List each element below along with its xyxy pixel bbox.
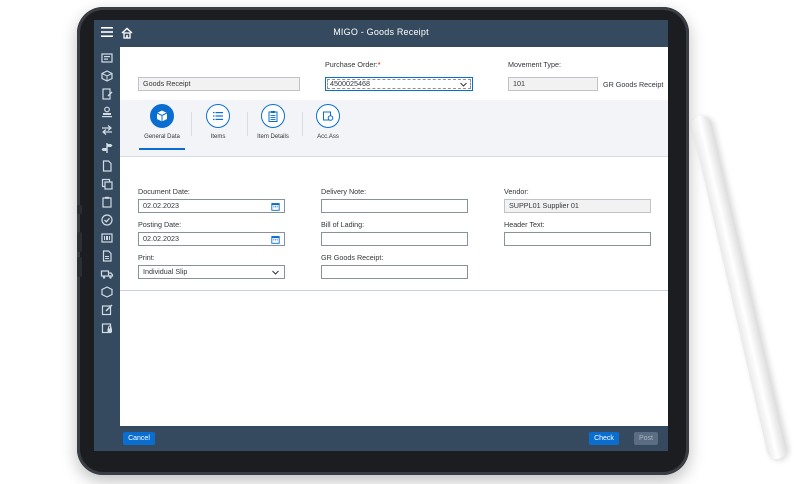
post-button[interactable]: Post <box>634 432 658 445</box>
tab-label: Acc.Ass <box>317 134 339 140</box>
delivery-note-input[interactable] <box>321 199 468 213</box>
shell-header: MIGO - Goods Receipt <box>94 20 668 47</box>
tab-general-data[interactable]: General Data <box>137 104 187 150</box>
page-title: MIGO - Goods Receipt <box>333 27 429 37</box>
purchase-order-value: 4500025468 <box>330 79 370 88</box>
sidebar-item-clipboard-icon[interactable] <box>100 195 114 209</box>
sidebar-item-copy-icon[interactable] <box>100 177 114 191</box>
sidebar-item-check-icon[interactable] <box>100 213 114 227</box>
tab-label: Item Details <box>257 134 289 140</box>
movement-type-value: 101 <box>513 79 525 88</box>
tab-item-details[interactable]: Item Details <box>248 104 298 150</box>
document-date-value: 02.02.2023 <box>143 201 179 210</box>
tab-active-indicator <box>139 148 185 150</box>
action-value: Goods Receipt <box>143 79 191 88</box>
sidebar-item-package-icon[interactable] <box>100 285 114 299</box>
purchase-order-label-text: Purchase Order: <box>325 60 378 69</box>
sidebar-item-document-edit-icon[interactable] <box>100 87 114 101</box>
purchase-order-label: Purchase Order:* <box>325 60 381 69</box>
bill-of-lading-label: Bill of Lading: <box>321 220 365 229</box>
sidebar-item-signpost-icon[interactable] <box>100 141 114 155</box>
tab-separator <box>191 112 192 136</box>
sidebar-item-lock-document-icon[interactable] <box>100 321 114 335</box>
main-content: Goods Receipt Purchase Order:* 450002546… <box>120 47 668 426</box>
movement-type-description: GR Goods Receipt <box>603 80 664 89</box>
sidebar-item-edit-icon[interactable] <box>100 303 114 317</box>
movement-type-label: Movement Type: <box>508 60 561 69</box>
print-select[interactable]: Individual Slip <box>138 265 285 279</box>
tablet-side-button <box>77 205 82 214</box>
gr-goods-receipt-label: GR Goods Receipt: <box>321 253 384 262</box>
sidebar-item-display-icon[interactable] <box>100 51 114 65</box>
vendor-field[interactable]: SUPPL01 Supplier 01 <box>504 199 651 213</box>
vendor-value: SUPPL01 Supplier 01 <box>509 201 579 210</box>
clipboard-icon <box>261 104 285 128</box>
sidebar-item-truck-icon[interactable] <box>100 267 114 281</box>
section-divider <box>120 290 668 291</box>
tab-acc-ass[interactable]: Acc.Ass <box>303 104 353 150</box>
sidebar-item-barcode-icon[interactable] <box>100 231 114 245</box>
sidebar-item-document-list-icon[interactable] <box>100 249 114 263</box>
tab-items[interactable]: Items <box>193 104 243 150</box>
stylus-pencil <box>690 113 789 461</box>
app-screen: MIGO - Goods Receipt Goods Receipt Purch… <box>94 20 668 451</box>
posting-date-value: 02.02.2023 <box>143 234 179 243</box>
tab-label: General Data <box>144 134 180 140</box>
check-button[interactable]: Check <box>589 432 619 445</box>
list-icon <box>206 104 230 128</box>
vendor-label: Vendor: <box>504 187 529 196</box>
cancel-button[interactable]: Cancel <box>123 432 155 445</box>
document-date-input[interactable]: 02.02.2023 <box>138 199 285 213</box>
required-marker: * <box>377 60 381 69</box>
delivery-note-label: Delivery Note: <box>321 187 367 196</box>
tab-label: Items <box>210 134 226 140</box>
chevron-down-icon[interactable] <box>271 268 280 277</box>
action-field[interactable]: Goods Receipt <box>138 77 300 91</box>
sidebar <box>94 47 120 451</box>
header-text-label: Header Text: <box>504 220 545 229</box>
gr-goods-receipt-input[interactable] <box>321 265 468 279</box>
print-value: Individual Slip <box>143 267 188 276</box>
bill-of-lading-input[interactable] <box>321 232 468 246</box>
posting-date-input[interactable]: 02.02.2023 <box>138 232 285 246</box>
chevron-down-icon[interactable] <box>459 80 468 89</box>
tablet-volume-up <box>77 232 82 252</box>
header-text-input[interactable] <box>504 232 651 246</box>
movement-type-field[interactable]: 101 <box>508 77 598 91</box>
tab-strip: General Data Items Item Details Acc.Ass <box>120 100 668 157</box>
account-assignment-icon <box>316 104 340 128</box>
document-date-label: Document Date: <box>138 187 190 196</box>
sidebar-item-cube-icon[interactable] <box>100 69 114 83</box>
print-label: Print: <box>138 253 155 262</box>
sidebar-item-stamp-icon[interactable] <box>100 105 114 119</box>
sidebar-item-transfer-icon[interactable] <box>100 123 114 137</box>
sidebar-item-document-icon[interactable] <box>100 159 114 173</box>
posting-date-label: Posting Date: <box>138 220 182 229</box>
calendar-icon[interactable] <box>271 202 280 211</box>
tablet-volume-down <box>77 257 82 277</box>
purchase-order-select[interactable]: 4500025468 <box>325 77 473 91</box>
footer-toolbar: Cancel Check Post <box>120 426 668 451</box>
calendar-icon[interactable] <box>271 235 280 244</box>
cube-icon <box>150 104 174 128</box>
